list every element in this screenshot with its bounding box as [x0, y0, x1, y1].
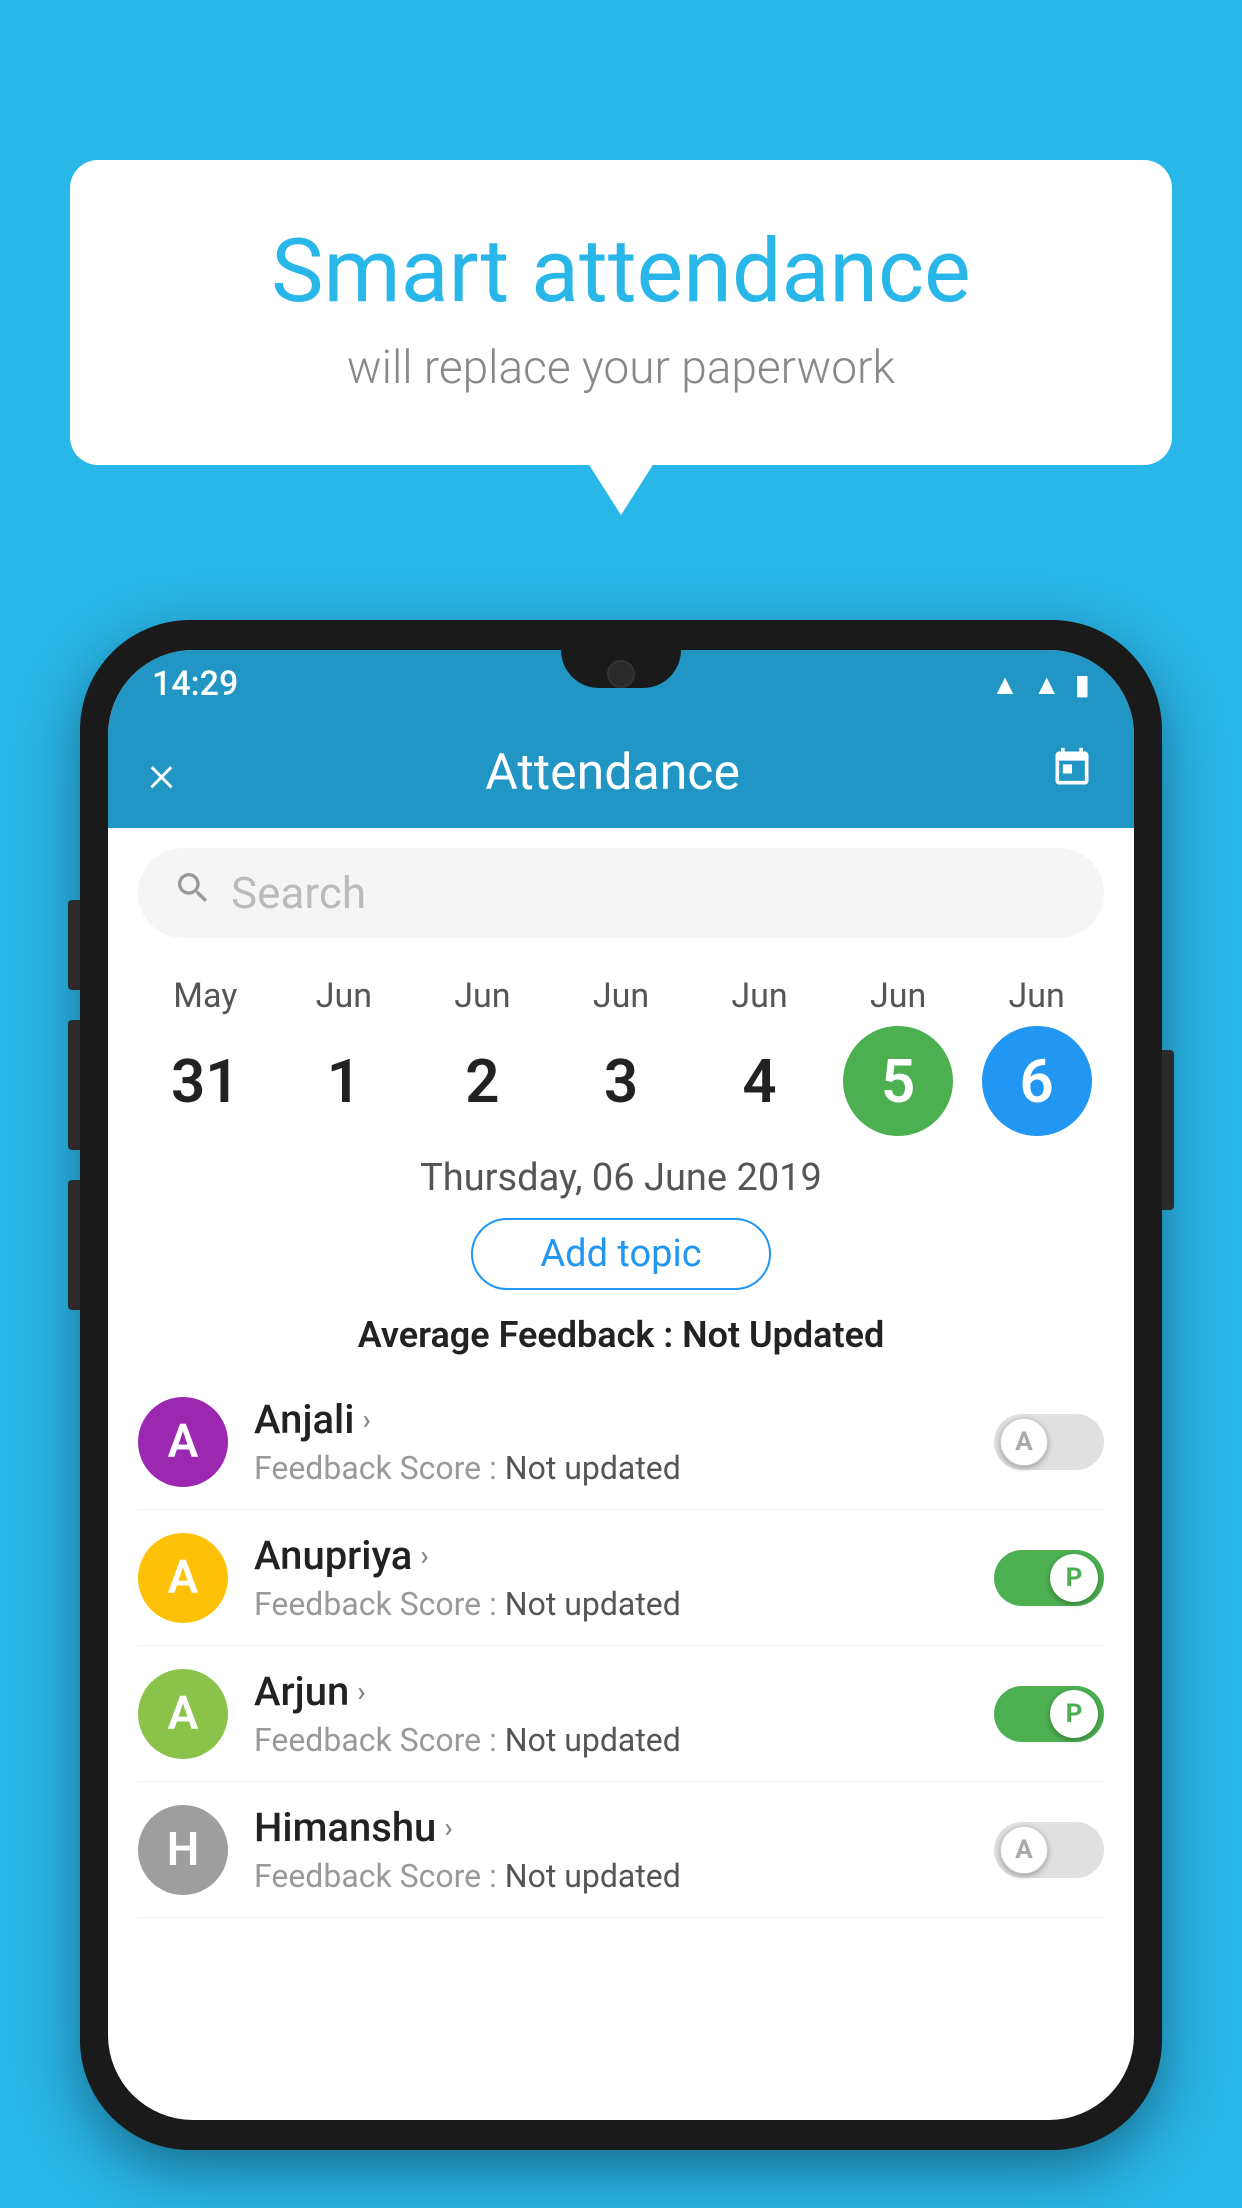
- feedback-score: Feedback Score : Not updated: [254, 1857, 968, 1895]
- add-topic-button[interactable]: Add topic: [471, 1218, 771, 1290]
- feedback-score: Feedback Score : Not updated: [254, 1449, 968, 1487]
- toggle-switch[interactable]: A: [994, 1822, 1104, 1878]
- attendance-toggle[interactable]: A: [994, 1414, 1104, 1470]
- avg-feedback-value: Not Updated: [682, 1314, 884, 1356]
- student-item: A Arjun › Feedback Score : Not updated P: [138, 1646, 1104, 1782]
- cal-date-number: 4: [705, 1026, 815, 1136]
- cal-month-label: Jun: [731, 976, 787, 1016]
- chevron-icon: ›: [444, 1811, 452, 1844]
- bubble-title: Smart attendance: [150, 220, 1092, 323]
- student-list: AAnjali ›Feedback Score : Not updatedAAA…: [108, 1374, 1134, 1918]
- cal-date-number: 1: [289, 1026, 399, 1136]
- cal-month-label: Jun: [870, 976, 926, 1016]
- cal-date-number: 3: [566, 1026, 676, 1136]
- toggle-switch[interactable]: P: [994, 1550, 1104, 1606]
- feedback-score: Feedback Score : Not updated: [254, 1721, 968, 1759]
- speech-bubble-container: Smart attendance will replace your paper…: [70, 160, 1172, 465]
- student-info: Himanshu › Feedback Score : Not updated: [254, 1804, 968, 1895]
- student-name[interactable]: Himanshu ›: [254, 1804, 968, 1851]
- attendance-toggle[interactable]: A: [994, 1822, 1104, 1878]
- avatar: A: [138, 1533, 228, 1623]
- calendar-day[interactable]: Jun 6: [977, 976, 1097, 1136]
- search-bar[interactable]: Search: [138, 848, 1104, 938]
- average-feedback: Average Feedback : Not Updated: [108, 1314, 1134, 1356]
- cal-month-label: Jun: [316, 976, 372, 1016]
- close-button[interactable]: ×: [148, 743, 175, 804]
- student-name[interactable]: Anjali ›: [254, 1396, 968, 1443]
- cal-date-number: 6: [982, 1026, 1092, 1136]
- calendar-day[interactable]: May 31: [145, 976, 265, 1136]
- toggle-thumb: P: [1050, 1690, 1098, 1738]
- avg-feedback-label: Average Feedback :: [358, 1314, 682, 1356]
- calendar-icon[interactable]: [1050, 746, 1094, 801]
- cal-date-number: 31: [150, 1026, 260, 1136]
- status-time: 14:29: [152, 664, 238, 704]
- phone-btn-left3: [68, 1180, 80, 1310]
- search-placeholder: Search: [231, 867, 366, 919]
- calendar-day[interactable]: Jun 5: [838, 976, 958, 1136]
- calendar-day[interactable]: Jun 3: [561, 976, 681, 1136]
- avatar: A: [138, 1669, 228, 1759]
- student-name[interactable]: Arjun ›: [254, 1668, 968, 1715]
- phone-btn-left2: [68, 1020, 80, 1150]
- calendar-strip: May 31 Jun 1 Jun 2 Jun 3 Jun 4 Jun 5 Jun 6: [108, 958, 1134, 1146]
- student-item: A Anjali › Feedback Score : Not updated A: [138, 1374, 1104, 1510]
- student-info: Arjun › Feedback Score : Not updated: [254, 1668, 968, 1759]
- selected-date-label: Thursday, 06 June 2019: [108, 1156, 1134, 1200]
- phone-btn-left: [68, 900, 80, 990]
- chevron-icon: ›: [362, 1403, 370, 1436]
- phone-outer: 14:29 ▲ ▲ ▮ × Attendance: [80, 620, 1162, 2150]
- signal-icon: ▲: [1033, 668, 1061, 701]
- student-info: Anupriya › Feedback Score : Not updated: [254, 1532, 968, 1623]
- toggle-thumb: A: [1000, 1418, 1048, 1466]
- status-icons: ▲ ▲ ▮: [991, 668, 1090, 701]
- cal-month-label: May: [173, 976, 237, 1016]
- cal-date-number: 2: [427, 1026, 537, 1136]
- phone-camera: [607, 660, 635, 688]
- header-title: Attendance: [485, 744, 740, 802]
- battery-icon: ▮: [1075, 668, 1090, 701]
- avatar: A: [138, 1397, 228, 1487]
- toggle-switch[interactable]: A: [994, 1414, 1104, 1470]
- wifi-icon: ▲: [991, 668, 1019, 701]
- bubble-subtitle: will replace your paperwork: [150, 341, 1092, 395]
- phone-container: 14:29 ▲ ▲ ▮ × Attendance: [80, 620, 1162, 2150]
- chevron-icon: ›: [420, 1539, 428, 1572]
- student-info: Anjali › Feedback Score : Not updated: [254, 1396, 968, 1487]
- student-item: H Himanshu › Feedback Score : Not updated A: [138, 1782, 1104, 1918]
- cal-date-number: 5: [843, 1026, 953, 1136]
- calendar-day[interactable]: Jun 4: [700, 976, 820, 1136]
- toggle-thumb: A: [1000, 1826, 1048, 1874]
- student-name[interactable]: Anupriya ›: [254, 1532, 968, 1579]
- avatar: H: [138, 1805, 228, 1895]
- chevron-icon: ›: [357, 1675, 365, 1708]
- search-icon: [173, 868, 213, 918]
- app-header: × Attendance: [108, 718, 1134, 828]
- speech-bubble: Smart attendance will replace your paper…: [70, 160, 1172, 465]
- calendar-day[interactable]: Jun 2: [422, 976, 542, 1136]
- feedback-score: Feedback Score : Not updated: [254, 1585, 968, 1623]
- calendar-day[interactable]: Jun 1: [284, 976, 404, 1136]
- cal-month-label: Jun: [454, 976, 510, 1016]
- phone-btn-right: [1162, 1050, 1174, 1210]
- attendance-toggle[interactable]: P: [994, 1686, 1104, 1742]
- cal-month-label: Jun: [593, 976, 649, 1016]
- attendance-toggle[interactable]: P: [994, 1550, 1104, 1606]
- toggle-thumb: P: [1050, 1554, 1098, 1602]
- student-item: A Anupriya › Feedback Score : Not updated P: [138, 1510, 1104, 1646]
- cal-month-label: Jun: [1009, 976, 1065, 1016]
- phone-screen: 14:29 ▲ ▲ ▮ × Attendance: [108, 650, 1134, 2120]
- toggle-switch[interactable]: P: [994, 1686, 1104, 1742]
